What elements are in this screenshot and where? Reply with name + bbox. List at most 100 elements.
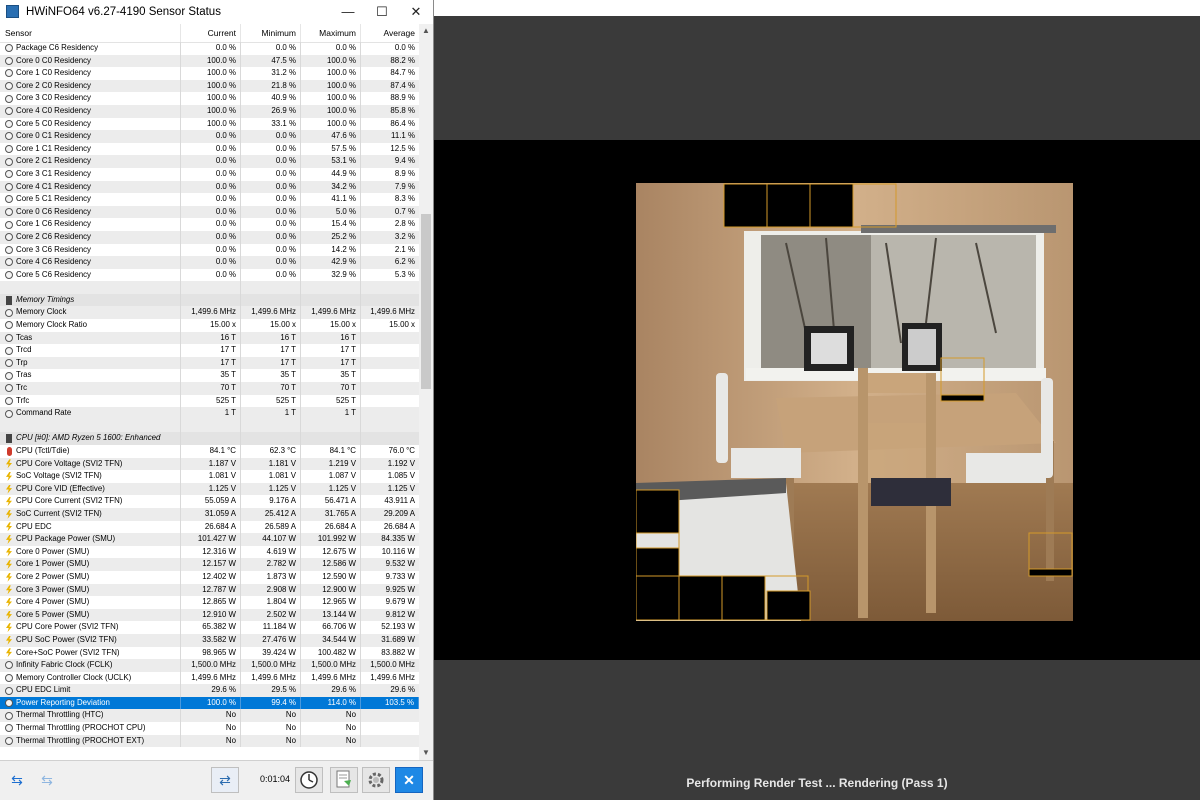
table-row[interactable]: Core 2 C6 Residency 0.0 % 0.0 % 25.2 % 3.2 % (0, 230, 419, 244)
table-row[interactable]: Infinity Fabric Clock (FCLK) 1,500.0 MHz 1… (0, 659, 419, 672)
table-row[interactable]: Core 2 C1 Residency 0.0 % 0.0 % 53.1 % 9.4 % (0, 155, 419, 168)
gear-icon[interactable] (362, 767, 390, 793)
header-maximum[interactable]: Maximum (301, 24, 361, 42)
table-row[interactable]: Core 4 Power (SMU) 12.865 W 1.804 W 12.965 … (0, 596, 419, 609)
table-row[interactable]: Memory Controller Clock (UCLK) 1,499.6 MH… (0, 671, 419, 685)
table-row[interactable]: Core 2 Power (SMU) 12.402 W 1.873 W 12.590 … (0, 570, 419, 584)
table-row[interactable]: CPU Core Current (SVI2 TFN) 55.059 A 9.176… (0, 495, 419, 508)
table-row[interactable]: Core 3 C0 Residency 100.0 % 40.9 % 100.0 % 8… (0, 92, 419, 105)
table-row[interactable]: Trfc 525 T 525 T 525 T (0, 394, 419, 408)
minimum-value: No (241, 722, 301, 735)
table-row[interactable]: Core 1 Power (SMU) 12.157 W 2.782 W 12.586 … (0, 558, 419, 571)
minimum-value: 1,499.6 MHz (241, 671, 301, 685)
minimum-value: 4.619 W (241, 545, 301, 559)
table-row[interactable]: Core 5 C0 Residency 100.0 % 33.1 % 100.0 % 8… (0, 117, 419, 131)
group-row[interactable]: Memory Timings (0, 293, 419, 307)
group-row[interactable]: CPU [#0]: AMD Ryzen 5 1600: Enhanced (0, 432, 419, 445)
table-row[interactable]: CPU SoC Power (SVI2 TFN) 33.582 W 27.476 W… (0, 633, 419, 647)
title-bar[interactable]: HWiNFO64 v6.27-4190 Sensor Status — ☐ ✕ (0, 0, 433, 23)
minimum-value: 33.1 % (241, 117, 301, 131)
maximum-value: 56.471 A (301, 495, 361, 508)
table-row[interactable]: Core 4 C6 Residency 0.0 % 0.0 % 42.9 % 6.2 % (0, 256, 419, 269)
table-row[interactable]: Tras 35 T 35 T 35 T (0, 369, 419, 383)
table-row[interactable]: Core 2 C0 Residency 100.0 % 21.8 % 100.0 % 8… (0, 79, 419, 93)
table-row[interactable]: CPU Core Voltage (SVI2 TFN) 1.187 V 1.181 … (0, 457, 419, 471)
sensor-label: CPU SoC Power (SVI2 TFN) (16, 634, 117, 644)
table-row[interactable]: Package C6 Residency 0.0 % 0.0 % 0.0 % 0.0 % (0, 42, 419, 55)
table-row[interactable]: Core 5 Power (SMU) 12.910 W 2.502 W 13.144 … (0, 608, 419, 622)
current-value: 55.059 A (181, 495, 241, 508)
table-row[interactable]: CPU Package Power (SMU) 101.427 W 44.107 W… (0, 533, 419, 546)
minimum-value: 31.2 % (241, 67, 301, 80)
minimize-button[interactable]: — (331, 0, 365, 23)
sensor-label: Power Reporting Deviation (16, 697, 110, 707)
average-value: 9.733 W (385, 571, 415, 581)
table-row[interactable]: Memory Clock Ratio 15.00 x 15.00 x 15.00 x1… (0, 319, 419, 332)
table-row[interactable]: Core 0 Power (SMU) 12.316 W 4.619 W 12.675 … (0, 545, 419, 559)
clock-icon (5, 195, 13, 204)
lightning-icon (6, 471, 12, 481)
table-row[interactable]: Core 4 C1 Residency 0.0 % 0.0 % 34.2 % 7.9 % (0, 180, 419, 194)
vertical-scrollbar[interactable]: ▲ ▼ (419, 24, 433, 760)
close-icon[interactable]: ✕ (395, 767, 423, 793)
table-row[interactable]: Trc 70 T 70 T 70 T (0, 382, 419, 395)
sensor-name-cell (0, 281, 181, 294)
sensor-label: CPU [#0]: AMD Ryzen 5 1600: Enhanced (16, 433, 161, 443)
scroll-thumb[interactable] (421, 214, 431, 389)
table-row[interactable]: Core 3 C6 Residency 0.0 % 0.0 % 14.2 % 2.1 % (0, 243, 419, 257)
sensor-name-cell: Core 0 C6 Residency (0, 205, 181, 219)
average-value: 9.4 % (394, 156, 415, 166)
table-row[interactable]: Core 4 C0 Residency 100.0 % 26.9 % 100.0 % 8… (0, 104, 419, 118)
table-row[interactable]: Core 0 C6 Residency 0.0 % 0.0 % 5.0 % 0.7 % (0, 205, 419, 219)
arrows-icon[interactable]: ⇆ (3, 767, 31, 793)
minimum-value: 0.0 % (241, 155, 301, 168)
table-row[interactable]: Trcd 17 T 17 T 17 T (0, 344, 419, 357)
table-row[interactable]: SoC Current (SVI2 TFN) 31.059 A 25.412 A 31… (0, 507, 419, 521)
table-row[interactable]: Core 3 C1 Residency 0.0 % 0.0 % 44.9 % 8.9 % (0, 167, 419, 181)
minimum-value: 1 T (241, 407, 301, 420)
table-row[interactable]: Thermal Throttling (PROCHOT EXT) No No No (0, 734, 419, 748)
header-sensor[interactable]: Sensor (0, 24, 181, 42)
table-row[interactable]: Core 1 C6 Residency 0.0 % 0.0 % 15.4 % 2.8 % (0, 218, 419, 231)
table-row[interactable]: Tcas 16 T 16 T 16 T (0, 331, 419, 345)
table-row[interactable]: Core 0 C0 Residency 100.0 % 47.5 % 100.0 % 8… (0, 54, 419, 68)
network-icon[interactable]: ⇄ (211, 767, 239, 793)
table-row[interactable]: CPU Core VID (Effective) 1.125 V 1.125 V 1.… (0, 482, 419, 496)
sensor-name-cell: SoC Current (SVI2 TFN) (0, 507, 181, 521)
sensor-label: Core 4 Power (SMU) (16, 597, 90, 607)
table-row[interactable]: Trp 17 T 17 T 17 T (0, 356, 419, 370)
minimum-value: 29.5 % (241, 684, 301, 697)
maximize-button[interactable]: ☐ (365, 0, 399, 23)
table-row[interactable]: CPU EDC 26.684 A 26.589 A 26.684 A 26.684 A (0, 520, 419, 534)
table-row[interactable]: Core 3 Power (SMU) 12.787 W 2.908 W 12.900 … (0, 583, 419, 597)
table-row[interactable]: Thermal Throttling (PROCHOT CPU) No No No (0, 722, 419, 735)
table-row[interactable]: Thermal Throttling (HTC) No No No (0, 709, 419, 723)
sensor-label: Core 2 C6 Residency (16, 231, 91, 241)
table-row[interactable]: Power Reporting Deviation 100.0 % 99.4 % 11… (0, 696, 419, 710)
scroll-up-icon[interactable]: ▲ (419, 24, 433, 38)
sensor-label: Core 0 Power (SMU) (16, 546, 90, 556)
current-value: 31.059 A (181, 507, 241, 521)
close-button[interactable]: ✕ (399, 0, 433, 23)
maximum-value: 1 T (301, 407, 361, 420)
report-icon[interactable] (330, 767, 358, 793)
maximum-value (301, 419, 361, 433)
header-current[interactable]: Current (181, 24, 241, 42)
scroll-down-icon[interactable]: ▼ (419, 746, 433, 760)
table-row[interactable]: Command Rate 1 T1 T1 T (0, 407, 419, 420)
header-average[interactable]: Average (361, 24, 419, 42)
table-row[interactable]: Core 1 C1 Residency 0.0 % 0.0 % 57.5 % 12.5 … (0, 142, 419, 156)
clock-icon[interactable] (295, 767, 323, 793)
table-row[interactable]: SoC Voltage (SVI2 TFN) 1.081 V 1.081 V 1.08… (0, 470, 419, 483)
table-row[interactable]: Core 5 C1 Residency 0.0 % 0.0 % 41.1 % 8.3 % (0, 193, 419, 206)
table-row[interactable]: Core 0 C1 Residency 0.0 % 0.0 % 47.6 % 11.1 … (0, 130, 419, 143)
table-row[interactable]: Core 1 C0 Residency 100.0 % 31.2 % 100.0 % 8… (0, 67, 419, 80)
table-row[interactable]: CPU Core Power (SVI2 TFN) 65.382 W 11.184 … (0, 621, 419, 634)
header-minimum[interactable]: Minimum (241, 24, 301, 42)
table-row[interactable]: Memory Clock 1,499.6 MHz 1,499.6 MHz 1,499.… (0, 306, 419, 320)
table-row[interactable]: CPU (Tctl/Tdie) 84.1 °C 62.3 °C 84.1 °C 76.0… (0, 445, 419, 458)
table-row[interactable]: CPU EDC Limit 29.6 % 29.5 % 29.6 % 29.6 % (0, 684, 419, 697)
table-row[interactable]: Core+SoC Power (SVI2 TFN) 98.965 W 39.424 … (0, 646, 419, 660)
table-row[interactable]: Core 5 C6 Residency 0.0 % 0.0 % 32.9 % 5.3 % (0, 268, 419, 282)
average-value: 84.335 W (381, 534, 415, 544)
